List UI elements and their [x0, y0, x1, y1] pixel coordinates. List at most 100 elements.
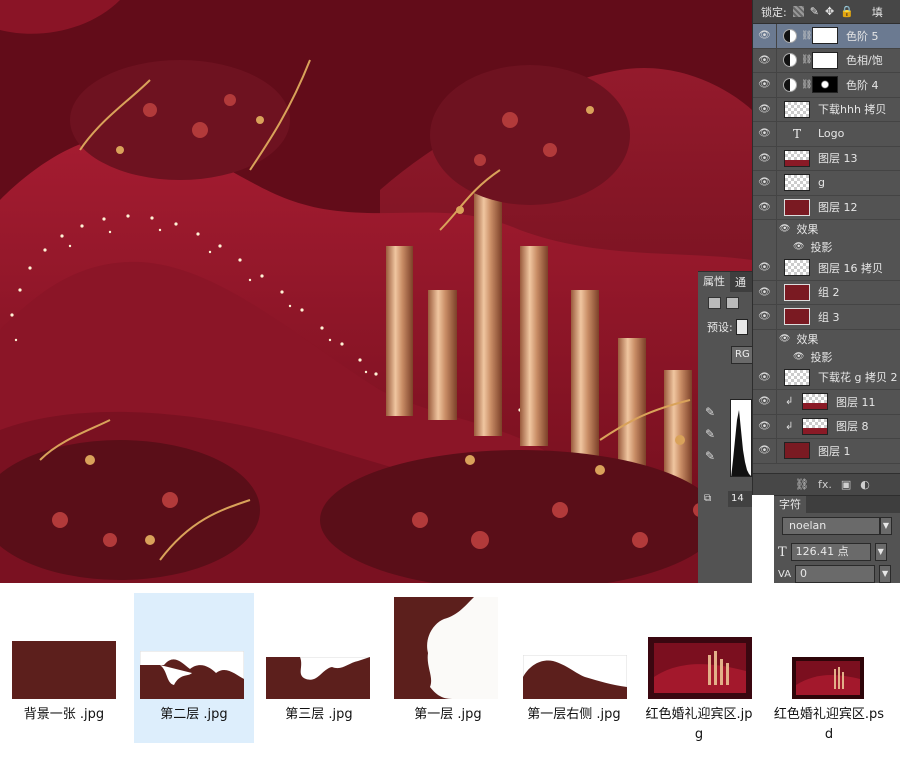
- clip-icon[interactable]: ⧉: [704, 493, 711, 504]
- lock-brush-icon[interactable]: ✎: [810, 5, 819, 18]
- visibility-eye-icon[interactable]: 👁: [753, 97, 777, 121]
- lock-move-icon[interactable]: ✥: [825, 5, 834, 18]
- layer-row[interactable]: 👁 ⛓ 色相/饱: [753, 48, 900, 73]
- layer-row[interactable]: 👁 图层 1: [753, 439, 900, 464]
- chevron-down-icon[interactable]: ▼: [880, 517, 892, 535]
- file-item[interactable]: 红色婚礼迎宾区.jpg: [640, 593, 758, 743]
- lock-row: 锁定: ✎ ✥ 🔒 填: [753, 0, 900, 24]
- visibility-eye-icon[interactable]: 👁: [753, 122, 777, 146]
- file-thumbnail: [140, 651, 244, 699]
- layer-thumbnail[interactable]: [784, 308, 810, 326]
- layer-row[interactable]: 👁 组 3: [753, 305, 900, 330]
- mask-link-icon[interactable]: ⛓: [801, 55, 812, 65]
- chevron-down-icon[interactable]: ▼: [874, 543, 887, 561]
- layer-thumbnail[interactable]: [784, 100, 810, 118]
- tab-channels[interactable]: 通: [730, 274, 751, 290]
- layer-row[interactable]: 👁 ⛓ 色阶 4: [753, 73, 900, 98]
- layer-name: 组 2: [818, 286, 840, 300]
- layer-thumbnail[interactable]: [784, 442, 810, 460]
- visibility-eye-icon[interactable]: 👁: [753, 171, 777, 195]
- type-layer-icon: T: [792, 126, 801, 141]
- layer-row[interactable]: 👁 ↲ 图层 11: [753, 390, 900, 415]
- visibility-eye-icon[interactable]: [753, 238, 777, 256]
- font-family-field[interactable]: noelan: [782, 517, 880, 535]
- visibility-eye-icon[interactable]: [753, 347, 777, 366]
- adjustment-icon[interactable]: ◐: [860, 478, 870, 491]
- eyedropper-gray-icon[interactable]: ✎: [705, 427, 719, 441]
- file-item[interactable]: 背景一张 .jpg: [6, 593, 122, 743]
- visibility-eye-icon[interactable]: 👁: [753, 439, 777, 463]
- layer-mask-thumbnail[interactable]: [812, 27, 838, 45]
- layer-name: 下载花 g 拷贝 2: [818, 371, 898, 385]
- layer-mask-thumbnail[interactable]: [812, 51, 838, 69]
- layer-row[interactable]: 👁 ↲ 图层 8: [753, 414, 900, 439]
- file-item[interactable]: 第二层 .jpg: [134, 593, 254, 743]
- layers-footer: ⛓ fx. ▣ ◐: [753, 473, 900, 495]
- mask-link-icon[interactable]: ⛓: [801, 31, 812, 41]
- visibility-eye-icon[interactable]: 👁: [753, 305, 777, 329]
- tracking-field[interactable]: 0: [795, 565, 876, 583]
- effect-eye-icon[interactable]: 👁: [779, 334, 790, 344]
- layer-row[interactable]: 👁 下载hhh 拷贝: [753, 97, 900, 122]
- layer-row[interactable]: 👁 T Logo: [753, 122, 900, 147]
- document-canvas[interactable]: [0, 0, 752, 583]
- effect-eye-icon[interactable]: 👁: [793, 242, 804, 252]
- layer-row[interactable]: 👁 图层 16 拷贝: [753, 256, 900, 281]
- layer-thumbnail[interactable]: [802, 393, 828, 411]
- layer-row[interactable]: 👁 下载花 g 拷贝 2: [753, 365, 900, 390]
- visibility-eye-icon[interactable]: 👁: [753, 24, 777, 48]
- layer-effect-row[interactable]: 👁 效果: [753, 329, 900, 348]
- mask-icon[interactable]: ▣: [841, 478, 851, 491]
- levels-icon[interactable]: [708, 297, 721, 309]
- visibility-eye-icon[interactable]: 👁: [753, 195, 777, 219]
- file-item[interactable]: 红色婚礼迎宾区.psd: [770, 593, 888, 743]
- effect-eye-icon[interactable]: 👁: [779, 224, 790, 234]
- visibility-eye-icon[interactable]: 👁: [753, 280, 777, 304]
- font-size-field[interactable]: 126.41 点: [790, 543, 871, 561]
- visibility-eye-icon[interactable]: 👁: [753, 390, 777, 414]
- eyedropper-white-icon[interactable]: ✎: [705, 449, 719, 463]
- layer-effect-row[interactable]: 👁 投影: [753, 238, 900, 256]
- layer-name: 图层 1: [818, 444, 851, 458]
- fx-icon[interactable]: fx.: [818, 478, 832, 491]
- visibility-eye-icon[interactable]: 👁: [753, 146, 777, 170]
- layer-thumbnail[interactable]: [802, 417, 828, 435]
- layer-mask-thumbnail[interactable]: [812, 76, 838, 94]
- mask-icon[interactable]: [726, 297, 739, 309]
- chevron-down-icon[interactable]: ▼: [879, 565, 892, 583]
- eyedropper-black-icon[interactable]: ✎: [705, 405, 719, 419]
- lock-all-icon[interactable]: 🔒: [840, 5, 854, 18]
- visibility-eye-icon[interactable]: 👁: [753, 48, 777, 72]
- visibility-eye-icon[interactable]: [753, 329, 777, 348]
- visibility-eye-icon[interactable]: [753, 220, 777, 238]
- visibility-eye-icon[interactable]: 👁: [753, 73, 777, 97]
- layer-effect-row[interactable]: 👁 投影: [753, 347, 900, 366]
- layer-thumbnail[interactable]: [784, 283, 810, 301]
- tab-properties[interactable]: 属性: [698, 272, 730, 292]
- layer-thumbnail[interactable]: [784, 368, 810, 386]
- link-icon[interactable]: ⛓: [795, 478, 809, 491]
- file-item[interactable]: 第三层 .jpg: [260, 593, 378, 743]
- layer-row[interactable]: 👁 ⛓ 色阶 5: [753, 24, 900, 49]
- visibility-eye-icon[interactable]: 👁: [753, 414, 777, 438]
- mask-link-icon[interactable]: ⛓: [801, 80, 812, 90]
- visibility-eye-icon[interactable]: 👁: [753, 256, 777, 280]
- file-item[interactable]: 第一层右侧 .jpg: [515, 593, 633, 743]
- levels-input-value[interactable]: 14: [728, 491, 752, 507]
- visibility-eye-icon[interactable]: 👁: [753, 365, 777, 389]
- layer-effect-row[interactable]: 👁 效果: [753, 220, 900, 238]
- layer-row[interactable]: 👁 图层 13: [753, 146, 900, 171]
- layer-row[interactable]: 👁 组 2: [753, 280, 900, 305]
- lock-transparency-icon[interactable]: [792, 6, 804, 17]
- file-thumbnail: [523, 655, 627, 699]
- layer-thumbnail[interactable]: [784, 149, 810, 167]
- layer-thumbnail[interactable]: [784, 174, 810, 192]
- file-item[interactable]: 第一层 .jpg: [388, 593, 508, 743]
- effect-eye-icon[interactable]: 👁: [793, 352, 804, 362]
- layer-row[interactable]: 👁 图层 12: [753, 195, 900, 220]
- layer-thumbnail[interactable]: [784, 198, 810, 216]
- layer-thumbnail[interactable]: [784, 259, 810, 277]
- preset-dropdown[interactable]: [735, 319, 748, 335]
- layer-row[interactable]: 👁 g: [753, 171, 900, 196]
- tab-character[interactable]: 字符: [774, 496, 806, 513]
